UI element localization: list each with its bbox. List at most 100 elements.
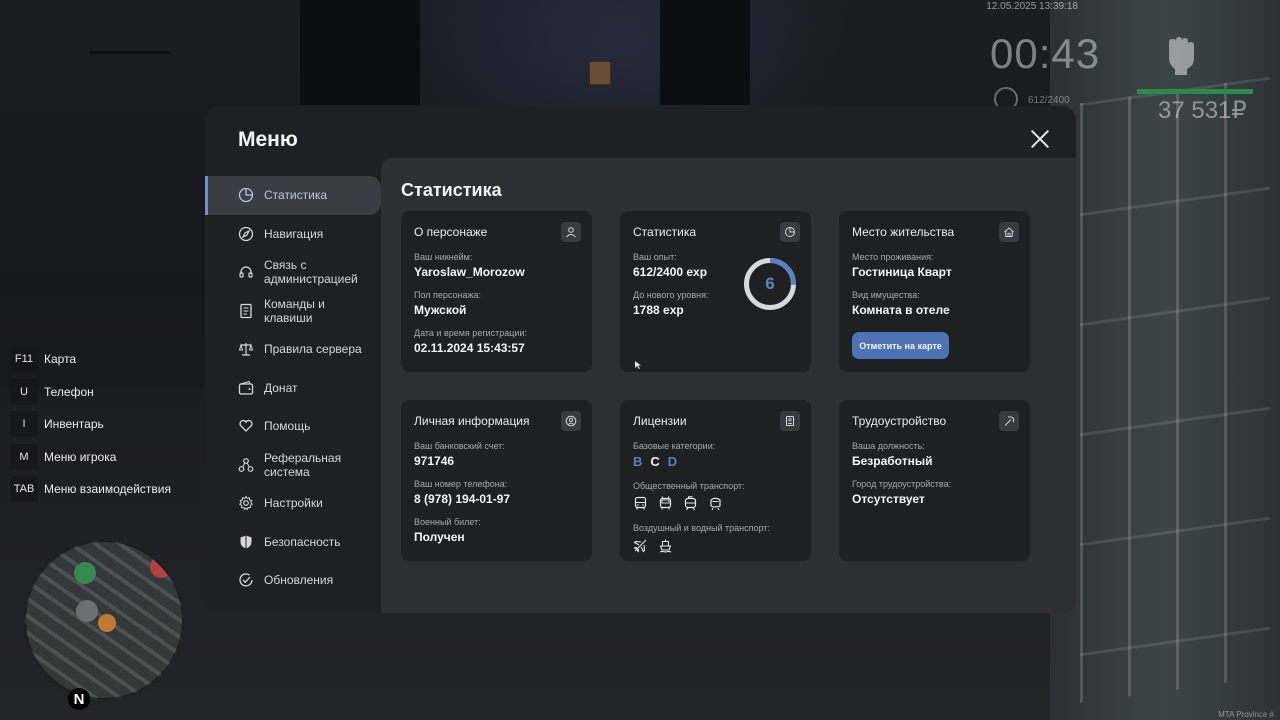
pie-chart-icon xyxy=(780,222,800,242)
hotkey-label: Меню взаимодействия xyxy=(44,482,171,496)
user-circle-icon xyxy=(561,411,581,431)
document-icon xyxy=(238,303,254,319)
background-crate xyxy=(589,61,611,85)
sidebar-item-commands[interactable]: Команды и клавиши xyxy=(205,292,381,331)
car-marker-icon xyxy=(74,562,96,584)
license-categories: B C D xyxy=(633,454,798,469)
wallet-icon xyxy=(238,380,254,396)
hotkey-key: F11 xyxy=(10,346,38,372)
metro-icon xyxy=(708,496,723,511)
hud-exp: 612/2400 xyxy=(1028,95,1070,106)
hotkey-label: Телефон xyxy=(44,384,94,399)
field-label: Ваш номер телефона: xyxy=(414,479,508,489)
property-type-value: Комната в отеле xyxy=(852,303,950,317)
sidebar-item-donate[interactable]: Донат xyxy=(205,369,381,408)
air-water-transport-icons xyxy=(633,538,798,553)
card-residence: Место жительства Место проживания: Гости… xyxy=(839,211,1030,372)
menu-sidebar: Статистика Навигация Связь с администрац… xyxy=(205,176,381,600)
menu-title: Меню xyxy=(238,128,298,151)
sidebar-item-admin-contact[interactable]: Связь с администрацией xyxy=(205,253,381,292)
sidebar-item-updates[interactable]: Обновления xyxy=(205,561,381,600)
minimap xyxy=(24,540,184,700)
server-watermark: MTA Province # xyxy=(1218,710,1274,719)
statistics-panel: Статистика О персонаже Ваш никнейм: Yaro… xyxy=(381,158,1076,613)
hud-datetime: 12.05.2025 13:39:18 xyxy=(986,1,1078,12)
sidebar-item-label: Безопасность xyxy=(264,534,341,549)
building-windows xyxy=(1080,76,1270,704)
hotkey-key: I xyxy=(10,411,38,437)
heart-hands-icon xyxy=(238,418,254,434)
sidebar-item-statistics[interactable]: Статистика xyxy=(205,176,381,215)
sidebar-item-label: Реферальная система xyxy=(264,450,342,479)
field-label: Город трудоустройства: xyxy=(852,479,952,489)
phone-value: 8 (978) 194-01-97 xyxy=(414,492,511,506)
background-building xyxy=(300,0,420,105)
card-character: О персонаже Ваш никнейм: Yaroslaw_Morozo… xyxy=(401,211,592,372)
field-label: Место проживания: xyxy=(852,252,934,262)
scales-icon xyxy=(238,341,254,357)
license-category-c: C xyxy=(650,454,660,469)
public-transport-icons xyxy=(633,496,798,511)
field-label: Ваша должность: xyxy=(852,441,925,451)
card-title: Трудоустройство xyxy=(852,414,947,428)
card-title: Личная информация xyxy=(414,414,530,428)
card-title: Статистика xyxy=(633,225,697,239)
bank-account-value: 971746 xyxy=(414,454,455,468)
compass-icon xyxy=(238,226,254,242)
sidebar-item-label: Донат xyxy=(264,380,298,395)
field-label: Вид имущества: xyxy=(852,290,920,300)
hotkey-key: M xyxy=(10,443,38,470)
mark-on-map-button[interactable]: Отметить на карте xyxy=(852,332,949,359)
card-stats: Статистика Ваш опыт: 612/2400 exp До нов… xyxy=(620,211,811,372)
hud-money: 37 531₽ xyxy=(1158,97,1247,124)
hotkey-label: Инвентарь xyxy=(44,417,104,431)
bus-icon xyxy=(633,496,648,511)
airplane-icon xyxy=(633,538,648,553)
residence-value: Гостиница Кварт xyxy=(852,265,952,279)
north-indicator: N xyxy=(68,688,90,710)
field-label: Базовые категории: xyxy=(633,441,716,451)
card-title: О персонаже xyxy=(414,225,488,239)
field-label: Воздушный и водный транспорт: xyxy=(633,523,770,533)
pickaxe-icon xyxy=(999,411,1019,431)
house-marker-icon xyxy=(76,600,98,622)
page-title: Статистика xyxy=(401,180,502,200)
gear-icon xyxy=(238,495,254,511)
hotkey-player-menu: M Меню игрока xyxy=(10,443,171,470)
check-circle-icon xyxy=(238,572,254,588)
sidebar-item-security[interactable]: Безопасность xyxy=(205,523,381,562)
hotkey-interaction-menu: TAB Меню взаимодействия xyxy=(10,476,171,502)
level-value: 6 xyxy=(765,274,775,293)
close-button[interactable] xyxy=(1030,129,1050,149)
job-position-value: Безработный xyxy=(852,454,933,468)
card-employment: Трудоустройство Ваша должность: Безработ… xyxy=(839,400,1030,561)
trolleybus-icon xyxy=(658,496,673,511)
sidebar-item-referral[interactable]: Реферальная система xyxy=(205,446,381,485)
sidebar-item-label: Команды и клавиши xyxy=(264,296,325,325)
field-label: Дата и время регистрации: xyxy=(414,328,527,338)
player-marker-icon xyxy=(98,614,116,632)
license-category-d: D xyxy=(667,454,678,469)
sidebar-item-settings[interactable]: Настройки xyxy=(205,484,381,523)
sidebar-item-help[interactable]: Помощь xyxy=(205,407,381,446)
hotkey-label: Карта xyxy=(44,352,77,366)
sidebar-item-rules[interactable]: Правила сервера xyxy=(205,330,381,369)
sidebar-item-label: Настройки xyxy=(264,496,323,511)
hud-health-bar xyxy=(1137,89,1253,94)
user-icon xyxy=(561,222,581,242)
network-icon xyxy=(238,457,254,473)
hotkey-map: F11 Карта xyxy=(10,346,171,372)
fist-icon xyxy=(1169,37,1194,75)
hotkey-list: F11 Карта U Телефон I Инвентарь M Меню и… xyxy=(10,346,171,509)
background-building xyxy=(660,0,750,105)
shield-icon xyxy=(238,534,254,550)
sidebar-item-navigation[interactable]: Навигация xyxy=(205,215,381,254)
sidebar-item-label: Правила сервера xyxy=(264,342,362,357)
card-personal: Личная информация Ваш банковский счет: 9… xyxy=(401,400,592,561)
military-id-value: Получен xyxy=(414,530,465,544)
hospital-marker-icon xyxy=(150,556,172,578)
sidebar-item-label: Помощь xyxy=(264,419,311,434)
gender-value: Мужской xyxy=(414,303,467,317)
field-label: Общественный транспорт: xyxy=(633,481,745,491)
mouse-cursor-icon xyxy=(635,361,641,369)
